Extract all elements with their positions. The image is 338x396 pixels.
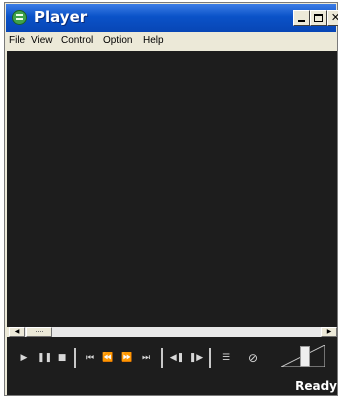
menu-view[interactable]: View <box>31 35 53 46</box>
fast-forward-button[interactable]: ⏩ <box>119 351 135 365</box>
status-bar: Ready <box>7 377 337 395</box>
maximize-icon <box>314 14 323 22</box>
menu-file[interactable]: File <box>9 35 25 46</box>
separator <box>161 348 163 368</box>
minimize-icon <box>298 20 305 22</box>
video-area[interactable] <box>7 51 337 327</box>
scroll-right-button[interactable]: ▶ <box>321 327 337 337</box>
window-title: Player <box>34 8 88 26</box>
menu-bar: File View Control Option Help <box>6 33 336 51</box>
volume-slider[interactable] <box>281 345 325 367</box>
mute-button[interactable]: ⊘ <box>245 351 261 365</box>
app-icon <box>12 10 27 25</box>
playlist-button[interactable]: ☰ <box>219 351 233 365</box>
player-window: Player ✕ File View Control Option Help ◀… <box>4 2 338 396</box>
separator <box>209 348 211 368</box>
pause-button[interactable]: ❚❚ <box>37 351 52 365</box>
stop-button[interactable]: ■ <box>55 351 69 365</box>
menu-help[interactable]: Help <box>143 35 164 46</box>
volume-handle[interactable] <box>300 346 310 367</box>
play-button[interactable]: ▶ <box>17 351 31 365</box>
menu-control[interactable]: Control <box>61 35 93 46</box>
step-back-button[interactable]: ◀❚ <box>169 351 185 365</box>
previous-button[interactable]: ⏮ <box>82 351 98 365</box>
status-text: Ready <box>295 379 337 393</box>
rewind-button[interactable]: ⏪ <box>100 351 116 365</box>
minimize-button[interactable] <box>293 10 310 26</box>
title-bar[interactable]: Player ✕ <box>6 4 338 32</box>
control-bar: ▶ ❚❚ ■ ⏮ ⏪ ⏩ ⏭ ◀❚ ❚▶ ☰ ⊘ <box>7 337 337 377</box>
maximize-button[interactable] <box>310 10 327 26</box>
scroll-thumb[interactable] <box>26 327 52 337</box>
grip-icon <box>36 331 43 333</box>
next-button[interactable]: ⏭ <box>138 351 154 365</box>
scroll-left-button[interactable]: ◀ <box>9 327 25 337</box>
menu-option[interactable]: Option <box>103 35 132 46</box>
step-forward-button[interactable]: ❚▶ <box>188 351 204 365</box>
seek-scrollbar[interactable]: ◀ ▶ <box>9 327 337 337</box>
separator <box>74 348 76 368</box>
close-button[interactable]: ✕ <box>327 10 338 26</box>
